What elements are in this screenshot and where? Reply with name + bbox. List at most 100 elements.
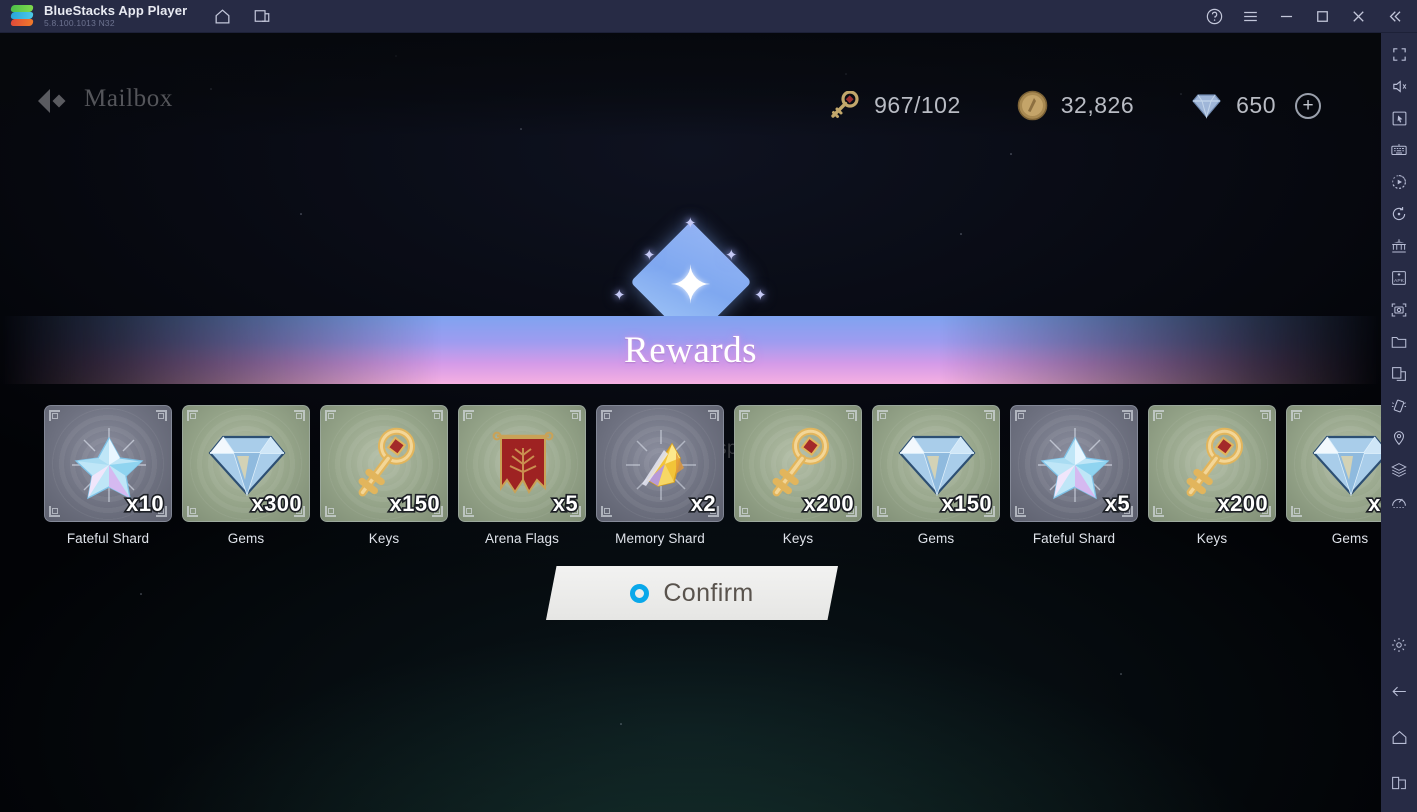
reward-card[interactable]: x10 Fateful Shard: [44, 405, 172, 546]
maximize-icon[interactable]: [1309, 4, 1335, 30]
app-version: 5.8.100.1013 N32: [44, 18, 115, 28]
multi-instance-manager-icon[interactable]: [1384, 231, 1414, 261]
macro-play-icon[interactable]: [1384, 167, 1414, 197]
location-icon[interactable]: [1384, 423, 1414, 453]
media-folder-icon[interactable]: [1384, 327, 1414, 357]
reward-card[interactable]: x150 Keys: [320, 405, 448, 546]
close-icon[interactable]: [1345, 4, 1371, 30]
reward-tile: x5: [458, 405, 586, 522]
reward-quantity: x5: [551, 489, 579, 517]
sparkle-star-2: ✦: [643, 247, 656, 264]
performance-meter-icon[interactable]: [1384, 487, 1414, 517]
help-icon[interactable]: [1201, 4, 1227, 30]
sparkle-star-5: ✦: [754, 287, 767, 304]
reward-card[interactable]: x5 Arena Flags: [458, 405, 586, 546]
reward-tile: x150: [320, 405, 448, 522]
currency-coins[interactable]: 32,826: [1017, 90, 1134, 121]
eco-mode-icon[interactable]: [1384, 455, 1414, 485]
screenshot-icon[interactable]: [1384, 295, 1414, 325]
cursor-icon[interactable]: [1384, 103, 1414, 133]
reward-card[interactable]: x2 Memory Shard: [596, 405, 724, 546]
coin-icon: [1017, 90, 1048, 121]
reward-tile: x200: [1148, 405, 1276, 522]
reward-label: Keys: [782, 531, 814, 546]
back-arrow-icon[interactable]: [36, 85, 70, 117]
multi-instance-icon[interactable]: [249, 3, 275, 29]
page-title: Mailbox: [84, 85, 173, 112]
confirm-button-label: Confirm: [663, 578, 754, 607]
fullscreen-icon[interactable]: [1384, 39, 1414, 69]
reward-label: Gems: [917, 531, 955, 546]
sparkle-star-3: ✦: [725, 247, 738, 264]
bluestacks-logo: [10, 5, 34, 27]
radio-ring-icon: [630, 583, 650, 603]
currency-keys[interactable]: 967/102: [828, 90, 961, 121]
reward-quantity: x2: [689, 489, 717, 517]
install-apk-icon[interactable]: APK: [1384, 263, 1414, 293]
reward-tile: x5: [1010, 405, 1138, 522]
reward-tile: x300: [182, 405, 310, 522]
reward-card[interactable]: x300 Gems: [182, 405, 310, 546]
reward-tile: x2: [596, 405, 724, 522]
reward-quantity: x150: [388, 489, 441, 517]
settings-gear-icon[interactable]: [1384, 630, 1414, 660]
reward-quantity: x200: [1216, 489, 1269, 517]
titlebar-texts: BlueStacks App Player 5.8.100.1013 N32: [44, 3, 187, 29]
reward-card[interactable]: x200 Keys: [734, 405, 862, 546]
reward-label: Memory Shard: [615, 531, 705, 546]
titlebar-right-icons: [1201, 0, 1413, 33]
currency-bar: 967/102 32,826 650 +: [828, 90, 1321, 121]
reward-label: Fateful Shard: [66, 531, 150, 546]
reward-tile: x150: [872, 405, 1000, 522]
menu-icon[interactable]: [1237, 4, 1263, 30]
reward-tile: x10: [44, 405, 172, 522]
android-home-icon[interactable]: [1384, 722, 1414, 752]
minimize-icon[interactable]: [1273, 4, 1299, 30]
reward-quantity: x300: [250, 489, 303, 517]
home-icon[interactable]: [209, 3, 235, 29]
reward-card[interactable]: x5 Fateful Shard: [1010, 405, 1138, 546]
currency-gems-value: 650: [1236, 92, 1276, 118]
copy-clone-icon[interactable]: [1384, 359, 1414, 389]
reward-card[interactable]: x200 Keys: [1148, 405, 1276, 546]
reward-label: Fateful Shard: [1032, 531, 1116, 546]
mute-icon[interactable]: [1384, 71, 1414, 101]
currency-coins-value: 32,826: [1060, 92, 1135, 118]
reward-tile: x10: [1286, 405, 1381, 522]
reward-card[interactable]: x10 Gems: [1286, 405, 1381, 546]
reward-label: Arena Flags: [485, 531, 559, 546]
android-back-icon[interactable]: [1384, 676, 1414, 706]
currency-keys-value: 967/102: [874, 92, 961, 118]
bluestacks-sidebar: APK: [1381, 33, 1417, 812]
confirm-button[interactable]: Confirm: [546, 566, 838, 620]
currency-gems[interactable]: 650 +: [1190, 92, 1321, 119]
keyboard-controls-icon[interactable]: [1384, 135, 1414, 165]
collapse-sidebar-icon[interactable]: [1381, 4, 1407, 30]
rewards-banner-title: Rewards: [624, 330, 757, 371]
shake-icon[interactable]: [1384, 391, 1414, 421]
titlebar-left-icons: [209, 3, 275, 29]
reward-label: Keys: [368, 531, 400, 546]
android-recents-icon[interactable]: [1384, 768, 1414, 798]
reward-tile: x200: [734, 405, 862, 522]
rewards-list: x10 Fateful Shard x300 Gems x150 Keys x5…: [0, 405, 1381, 550]
rotate-icon[interactable]: [1384, 199, 1414, 229]
reward-quantity: x10: [1366, 489, 1381, 517]
reward-quantity: x10: [124, 489, 165, 517]
add-gems-button[interactable]: +: [1295, 92, 1321, 119]
reward-label: Gems: [227, 531, 265, 546]
app-title: BlueStacks App Player: [44, 3, 188, 18]
titlebar: BlueStacks App Player 5.8.100.1013 N32: [0, 0, 1417, 33]
reward-quantity: x150: [940, 489, 993, 517]
game-topbar: Mailbox 967/102 32,826 650 +: [0, 33, 1381, 137]
reward-label: Gems: [1331, 531, 1369, 546]
badge-star-glyph: ✦: [668, 257, 713, 315]
sparkle-star-1: ✦: [684, 215, 697, 232]
reward-label: Keys: [1196, 531, 1228, 546]
game-viewport[interactable]: Mailbox 967/102 32,826 650 + ✦ ✦ ✦ ✦ ✦ ✦…: [0, 33, 1381, 812]
reward-quantity: x200: [802, 489, 855, 517]
reward-card[interactable]: x150 Gems: [872, 405, 1000, 546]
reward-quantity: x5: [1103, 489, 1131, 517]
key-icon: [828, 90, 861, 121]
gem-icon: [1190, 93, 1223, 119]
